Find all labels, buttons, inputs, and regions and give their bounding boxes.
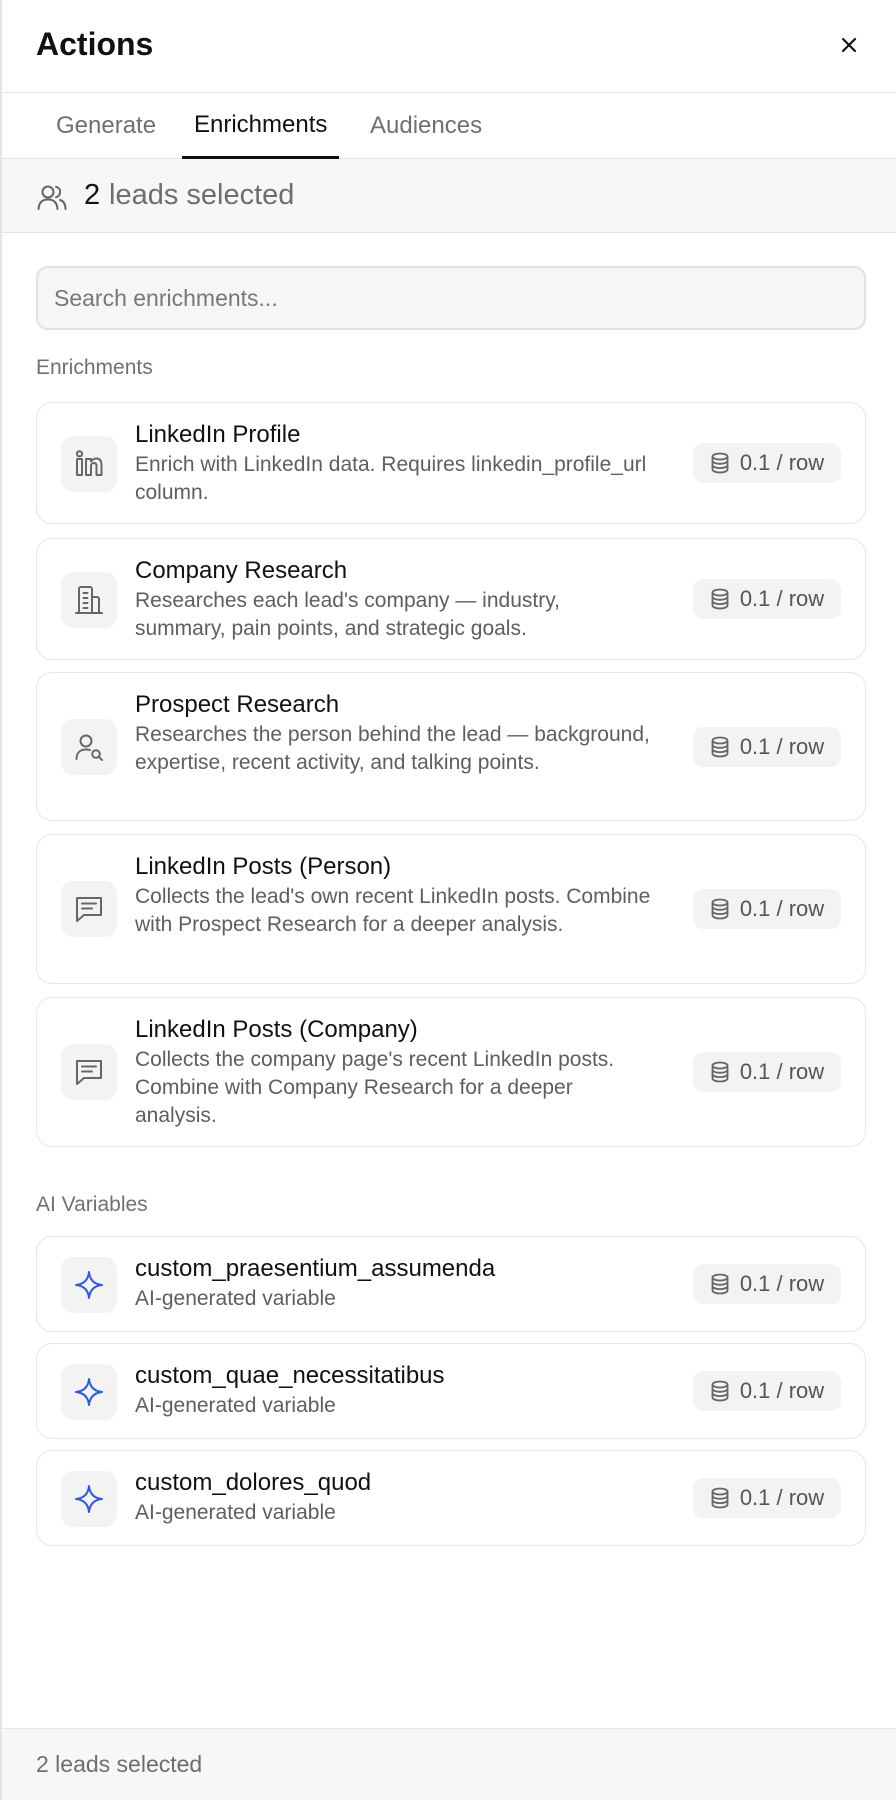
ai-variable-description: AI-generated variable [135, 1394, 336, 1417]
user-search-icon [61, 719, 117, 775]
ai-variable-card[interactable]: custom_quae_necessitatibus AI-generated … [36, 1343, 866, 1439]
sparkle-icon [61, 1257, 117, 1313]
cost-label: 0.1 / row [739, 450, 825, 475]
enrichment-card-company-research[interactable]: Company Research Researches each lead's … [36, 538, 866, 660]
ai-variable-description: AI-generated variable [135, 1287, 336, 1310]
coins-icon [711, 588, 729, 610]
linkedin-icon [61, 436, 117, 492]
panel-header: Actions [2, 0, 896, 93]
tab-bar: Generate Enrichments Audiences [2, 93, 896, 159]
panel-title: Actions [36, 26, 154, 62]
footer-selection-text: 2 leads selected [36, 1751, 203, 1777]
cost-badge: 0.1 / row [693, 1264, 841, 1304]
enrichment-title: LinkedIn Posts (Person) [135, 853, 392, 880]
ai-variable-card[interactable]: custom_dolores_quod AI-generated variabl… [36, 1450, 866, 1546]
selection-bar: 2 leads selected [2, 159, 896, 233]
sparkle-icon [61, 1364, 117, 1420]
coins-icon [711, 736, 729, 758]
coins-icon [711, 1061, 729, 1083]
enrichment-card-linkedin-posts-company[interactable]: LinkedIn Posts (Company) Collects the co… [36, 997, 866, 1147]
cost-badge: 0.1 / row [693, 727, 841, 767]
coins-icon [711, 1273, 729, 1295]
enrichment-description: Collects the lead's own recent LinkedIn … [135, 885, 651, 936]
coins-icon [711, 898, 729, 920]
enrichment-description: Researches each lead's company — industr… [135, 589, 560, 640]
enrichment-card-prospect-research[interactable]: Prospect Research Researches the person … [36, 672, 866, 821]
cost-label: 0.1 / row [739, 1378, 825, 1403]
coins-icon [711, 452, 729, 474]
close-button[interactable] [834, 30, 864, 60]
section-label-ai-variables: AI Variables [36, 1193, 148, 1216]
close-icon [841, 37, 857, 53]
search-input[interactable] [36, 266, 866, 330]
ai-variable-title: custom_dolores_quod [135, 1469, 372, 1496]
section-label-enrichments: Enrichments [36, 356, 153, 379]
cost-label: 0.1 / row [739, 896, 825, 921]
enrichment-title: Prospect Research [135, 691, 340, 718]
cost-badge: 0.1 / row [693, 1478, 841, 1518]
message-icon [61, 1044, 117, 1100]
enrichment-card-linkedin-profile[interactable]: LinkedIn Profile Enrich with LinkedIn da… [36, 402, 866, 524]
cost-label: 0.1 / row [739, 1271, 825, 1296]
cost-label: 0.1 / row [739, 734, 825, 759]
coins-icon [711, 1380, 729, 1402]
selected-count: 2 [84, 179, 101, 211]
actions-panel: Actions Generate Enrichments Audiences 2… [0, 0, 896, 1800]
selected-label: leads selected [109, 179, 295, 211]
building-icon [61, 572, 117, 628]
coins-icon [711, 1487, 729, 1509]
enrichment-description: Collects the company page's recent Linke… [135, 1048, 615, 1127]
ai-variable-card[interactable]: custom_praesentium_assumenda AI-generate… [36, 1236, 866, 1332]
cost-badge: 0.1 / row [693, 579, 841, 619]
tab-audiences[interactable]: Audiences [358, 93, 494, 159]
ai-variable-description: AI-generated variable [135, 1501, 336, 1524]
footer-bar: 2 leads selected [2, 1728, 896, 1800]
enrichment-title: LinkedIn Profile [135, 421, 301, 448]
enrichment-title: LinkedIn Posts (Company) [135, 1016, 418, 1043]
ai-variable-title: custom_praesentium_assumenda [135, 1255, 496, 1282]
ai-variable-title: custom_quae_necessitatibus [135, 1362, 445, 1389]
cost-badge: 0.1 / row [693, 889, 841, 929]
cost-label: 0.1 / row [739, 1485, 825, 1510]
enrichment-description: Enrich with LinkedIn data. Requires link… [135, 453, 647, 504]
tab-generate[interactable]: Generate [44, 93, 168, 159]
cost-label: 0.1 / row [739, 1059, 825, 1084]
message-icon [61, 881, 117, 937]
sparkle-icon [61, 1471, 117, 1527]
cost-badge: 0.1 / row [693, 1052, 841, 1092]
cost-label: 0.1 / row [739, 586, 825, 611]
tab-enrichments[interactable]: Enrichments [182, 93, 340, 159]
enrichment-description: Researches the person behind the lead — … [135, 723, 650, 774]
cost-badge: 0.1 / row [693, 1371, 841, 1411]
enrichment-card-linkedin-posts-person[interactable]: LinkedIn Posts (Person) Collects the lea… [36, 834, 866, 984]
users-icon [37, 185, 67, 210]
enrichment-title: Company Research [135, 557, 348, 584]
cost-badge: 0.1 / row [693, 443, 841, 483]
